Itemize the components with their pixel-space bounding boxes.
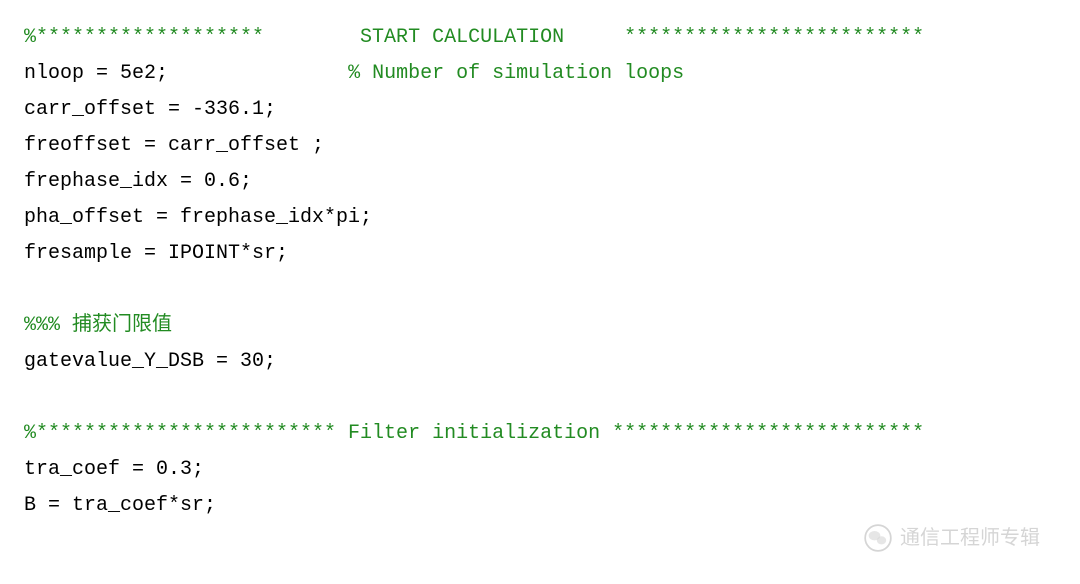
code-text: pha_offset = frephase_idx*pi;: [24, 206, 372, 229]
code-text: B = tra_coef*sr;: [24, 494, 216, 517]
code-line: pha_offset = frephase_idx*pi;: [24, 200, 1056, 236]
code-line: freoffset = carr_offset ;: [24, 128, 1056, 164]
comment-text: %******************* START CALCULATION *…: [24, 26, 924, 49]
code-line: gatevalue_Y_DSB = 30;: [24, 344, 1056, 380]
wechat-icon: [864, 524, 892, 552]
code-line: carr_offset = -336.1;: [24, 92, 1056, 128]
code-text: fresample = IPOINT*sr;: [24, 242, 288, 265]
watermark-text: 通信工程师专辑: [900, 520, 1040, 556]
code-text: gatevalue_Y_DSB = 30;: [24, 350, 276, 373]
code-line: frephase_idx = 0.6;: [24, 164, 1056, 200]
watermark: 通信工程师专辑: [864, 520, 1040, 556]
comment-text: %%% 捕获门限值: [24, 314, 172, 337]
code-line: %%% 捕获门限值: [24, 308, 1056, 344]
code-line: [24, 380, 1056, 416]
code-line: nloop = 5e2; % Number of simulation loop…: [24, 56, 1056, 92]
code-line: [24, 272, 1056, 308]
code-line: %******************* START CALCULATION *…: [24, 20, 1056, 56]
code-text: nloop = 5e2;: [24, 62, 348, 85]
comment-text: % Number of simulation loops: [348, 62, 684, 85]
code-text: freoffset = carr_offset ;: [24, 134, 324, 157]
code-line: fresample = IPOINT*sr;: [24, 236, 1056, 272]
comment-text: %************************* Filter initia…: [24, 422, 924, 445]
code-text: frephase_idx = 0.6;: [24, 170, 252, 193]
code-line: tra_coef = 0.3;: [24, 452, 1056, 488]
code-line: %************************* Filter initia…: [24, 416, 1056, 452]
code-text: carr_offset = -336.1;: [24, 98, 276, 121]
code-line: B = tra_coef*sr;: [24, 488, 1056, 524]
code-text: tra_coef = 0.3;: [24, 458, 204, 481]
code-block: %******************* START CALCULATION *…: [24, 20, 1056, 524]
